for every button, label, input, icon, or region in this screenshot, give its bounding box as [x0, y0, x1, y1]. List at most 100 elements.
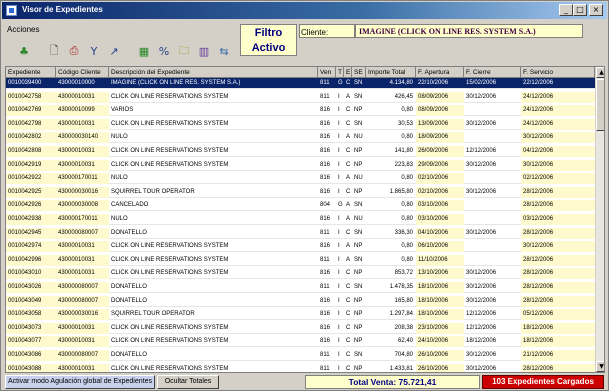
ocultar-totales-button[interactable]: Ocultar Totales	[157, 375, 219, 389]
column-header[interactable]: Importe Total	[366, 67, 416, 78]
table-cell: 0010043049	[6, 295, 56, 307]
export-icon[interactable]: ⇆	[215, 42, 233, 60]
table-cell: 30/12/2006	[466, 352, 497, 358]
activar-agrupacion-button[interactable]: Activar modo Agulación global de Expedie…	[5, 375, 155, 389]
table-row[interactable]: 0010039400 43000010000 IMAGINE (CLICK ON L…	[6, 78, 595, 89]
print-icon[interactable]: ⎙	[65, 42, 83, 60]
table-cell: 43000010031	[56, 159, 109, 171]
table-cell: 02/10/2006	[416, 173, 464, 185]
column-header[interactable]: F. Servicio	[521, 67, 595, 78]
table-row[interactable]: 0010043010 43000010031 CLICK ON LINE RESER…	[6, 268, 595, 280]
table-cell: 21/12/2006	[521, 350, 595, 361]
new-document-icon[interactable]: 🗋	[45, 42, 63, 60]
table-cell: C	[346, 270, 351, 277]
table-cell: A	[346, 175, 351, 182]
green-person-icon[interactable]: ♣	[15, 42, 33, 60]
table-row[interactable]: 0010042945 430000080007 DONATELLO 811 I C SN 33…	[6, 227, 595, 239]
menu-bar: Acciones	[7, 25, 39, 34]
table-cell: 03/12/2006	[521, 214, 595, 225]
close-button[interactable]: ×	[589, 4, 603, 16]
table-row[interactable]: 0010043073 43000010031 CLICK ON LINE RESER…	[6, 322, 595, 334]
table-row[interactable]: 0010042974 43000010031 CLICK ON LINE RESER…	[6, 241, 595, 253]
table-cell: 18/12/2006	[466, 338, 497, 345]
table-cell: 28/12/2006	[521, 268, 595, 280]
table-row[interactable]: 0010042996 43000010031 CLICK ON LINE RESER…	[6, 254, 595, 266]
column-header[interactable]: SE	[352, 67, 366, 78]
table-row[interactable]: 0010042919 43000010031 CLICK ON LINE RESER…	[6, 159, 595, 171]
table-cell: I	[338, 297, 340, 304]
table-cell: NP	[354, 161, 363, 168]
table-row[interactable]: 0010043026 430000080007 DONATELLO 811 I C SN 1.…	[6, 282, 595, 293]
column-header[interactable]: F. Apertura	[416, 67, 464, 78]
maximize-button[interactable]: □	[573, 4, 587, 16]
table-cell: CLICK ON LINE RESERVATIONS SYSTEM	[111, 148, 229, 154]
scroll-up-button[interactable]: ▲	[596, 67, 604, 78]
table-row[interactable]: 0010042808 43000010031 CLICK ON LINE RESER…	[6, 146, 595, 157]
arrow-icon[interactable]: ↗	[105, 42, 123, 60]
table-row[interactable]: 0010042802 430000030140 NULO 816 I A NU 0,80 18/…	[6, 132, 595, 144]
table-cell: NP	[354, 107, 363, 114]
percent-icon[interactable]: %	[155, 42, 173, 60]
table-cell: 24/12/2006	[521, 91, 595, 103]
column-header[interactable]: Ven	[318, 67, 336, 78]
table-row[interactable]: 0010042926 430000030008 CANCELADO 804 G A SN 0,…	[6, 200, 595, 212]
table-cell: CLICK ON LINE RESERVATIONS SYSTEM	[111, 243, 229, 250]
table-cell: 811	[320, 284, 330, 290]
table-row[interactable]: 0010042758 43000010031 CLICK ON LINE RESER…	[6, 91, 595, 103]
table-row[interactable]: 0010043077 43000010031 CLICK ON LINE RESER…	[6, 336, 595, 348]
table-cell: 02/10/2006	[416, 186, 464, 198]
menu-acciones[interactable]: Acciones	[7, 25, 39, 34]
table-cell: 804	[320, 202, 331, 209]
table-cell	[464, 241, 521, 252]
table-cell: 11/10/2006	[416, 254, 464, 266]
chart-icon[interactable]: ▥	[195, 42, 213, 60]
filter-icon[interactable]: Y	[85, 42, 103, 60]
table-cell: I	[338, 324, 340, 331]
column-header[interactable]: Código Cliente	[56, 67, 109, 78]
column-header[interactable]: F. Cierre	[464, 67, 521, 78]
vertical-scrollbar[interactable]: ▲ ▼	[595, 67, 604, 372]
table-cell: 430000030140	[56, 132, 109, 144]
scroll-down-button[interactable]: ▼	[596, 361, 604, 372]
table-row[interactable]: 0010042769 43000010099 VARIOS 816 I C NP 0,80 08…	[6, 105, 595, 117]
table-cell: I	[338, 175, 340, 182]
table-cell: C	[346, 229, 351, 236]
table-row[interactable]: 0010043088 43000010031 CLICK ON LINE RESER…	[6, 363, 595, 372]
table-cell: NU	[354, 216, 363, 222]
table-cell: 30/12/2006	[521, 132, 595, 144]
table-cell: 811	[320, 365, 330, 372]
expedientes-grid[interactable]: Expediente Código Cliente Descripción del …	[5, 66, 605, 373]
table-cell: 811	[320, 93, 330, 100]
table-cell: DONATELLO	[111, 229, 147, 236]
table-row[interactable]: 0010043049 430000080007 DONATELLO 816 I C NP 16…	[6, 295, 595, 307]
table-row[interactable]: 0010043086 430000080007 DONATELLO 811 I C SN 70…	[6, 350, 595, 361]
table-cell: C	[346, 365, 351, 372]
table-row[interactable]: 0010042922 430000170011 NULO 816 I A NU 0,80 02/…	[6, 173, 595, 185]
column-header[interactable]: E	[344, 67, 352, 78]
folder-icon[interactable]: 🗀	[175, 42, 193, 60]
title-bar[interactable]: Visor de Expedientes _ □ ×	[2, 2, 607, 19]
column-header[interactable]: T	[336, 67, 344, 78]
table-row[interactable]: 0010042938 430000170011 NULO 816 I A NU 0,80 03/…	[6, 214, 595, 225]
client-value: IMAGINE (CLICK ON LINE RES. SYSTEM S.A.)	[355, 24, 583, 38]
grid-icon[interactable]: ▦	[135, 42, 153, 60]
column-header[interactable]: Expediente	[6, 67, 56, 78]
table-cell: IMAGINE (CLICK ON LINE RES. SYSTEM S.A.)	[111, 80, 241, 86]
table-cell: 23/10/2006	[416, 322, 464, 334]
minimize-button[interactable]: _	[559, 4, 573, 16]
table-cell: 28/12/2006	[521, 254, 595, 266]
table-cell: NU	[354, 134, 363, 141]
table-cell: 0010042945	[6, 227, 56, 239]
table-row[interactable]: 0010042925 430000030016 SQUIRREL TOUR OPER…	[6, 186, 595, 198]
bottom-bar: Activar modo Agulación global de Expedie…	[5, 375, 605, 389]
scroll-thumb[interactable]	[596, 79, 604, 131]
table-cell	[464, 173, 521, 184]
table-cell: 18/12/2006	[521, 336, 595, 348]
table-row[interactable]: 0010042798 43000010031 CLICK ON LINE RESER…	[6, 118, 595, 130]
table-row[interactable]: 0010043058 430000030016 SQUIRREL TOUR OPER…	[6, 309, 595, 321]
table-cell: I	[338, 229, 340, 236]
table-cell: NP	[354, 311, 363, 318]
table-cell: G	[338, 80, 343, 86]
toolbar: ♣ 🗋 ⎙ Y ↗ ▦% 🗀 ▥ ⇆	[15, 41, 233, 61]
column-header[interactable]: Descripción del Expediente	[109, 67, 318, 78]
